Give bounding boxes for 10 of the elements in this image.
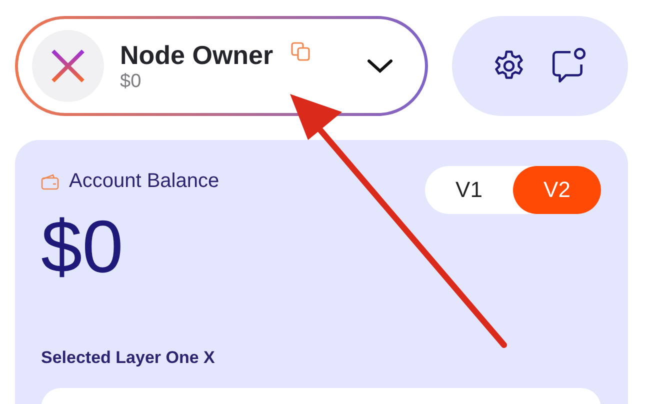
wallet-icon — [41, 174, 59, 190]
account-balance-label: Account Balance — [69, 170, 220, 193]
section-title: Selected Layer One X — [41, 348, 216, 368]
account-name: Node Owner — [120, 40, 274, 70]
version-tab[interactable]: V1 — [425, 166, 513, 214]
chevron-down-icon[interactable] — [367, 58, 394, 74]
logo-icon — [32, 30, 104, 102]
account-selector[interactable]: Node Owner $0 — [15, 16, 428, 116]
account-balance: $0 — [120, 70, 142, 92]
balance-amount: $0 — [41, 210, 124, 284]
